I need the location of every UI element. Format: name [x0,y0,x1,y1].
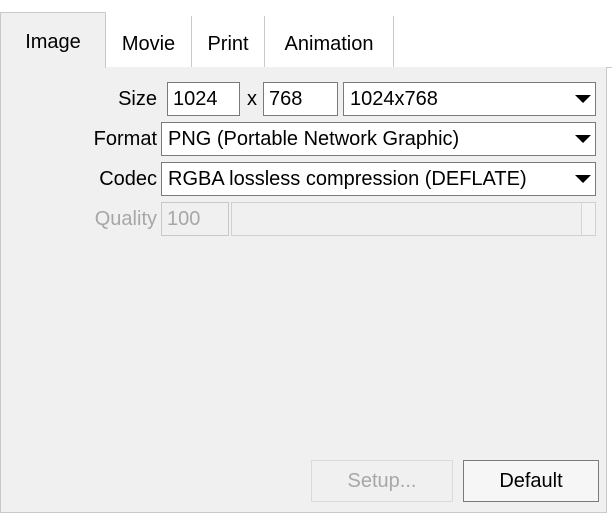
image-settings-panel: Size 1024 x 768 1024x768 Format PNG (Por… [0,67,607,513]
size-width-input[interactable]: 1024 [167,82,240,116]
codec-value: RGBA lossless compression (DEFLATE) [168,168,527,190]
size-preset-value: 1024x768 [350,88,438,110]
chevron-down-icon[interactable] [571,123,595,155]
chevron-down-icon[interactable] [571,83,595,115]
setup-button[interactable]: Setup... [311,460,453,502]
tab-movie-label: Movie [121,32,176,55]
tab-print-label: Print [207,32,249,55]
size-preset-select[interactable]: 1024x768 [343,82,596,116]
size-height-input[interactable]: 768 [263,82,338,116]
tab-animation[interactable]: Animation [265,16,393,68]
size-label: Size [118,88,157,110]
tab-image-label: Image [25,31,81,53]
default-button[interactable]: Default [463,460,599,502]
tab-movie[interactable]: Movie [106,16,191,68]
quality-label: Quality [94,208,157,230]
quality-input[interactable]: 100 [161,202,229,236]
tab-print[interactable]: Print [192,16,264,68]
quality-slider[interactable] [231,202,596,236]
tab-divider [393,16,394,68]
tab-image[interactable]: Image [0,12,106,68]
format-value: PNG (Portable Network Graphic) [168,128,460,150]
quality-slider-thumb[interactable] [581,203,595,235]
export-settings-dialog: Image Movie Print Animation Size 1024 x … [0,0,612,522]
codec-select[interactable]: RGBA lossless compression (DEFLATE) [161,162,596,196]
size-separator: x [247,88,257,110]
format-select[interactable]: PNG (Portable Network Graphic) [161,122,596,156]
tab-animation-label: Animation [284,32,374,55]
codec-label: Codec [99,168,157,190]
format-label: Format [93,128,157,150]
tab-bar: Image Movie Print Animation [0,0,612,68]
chevron-down-icon[interactable] [571,163,595,195]
